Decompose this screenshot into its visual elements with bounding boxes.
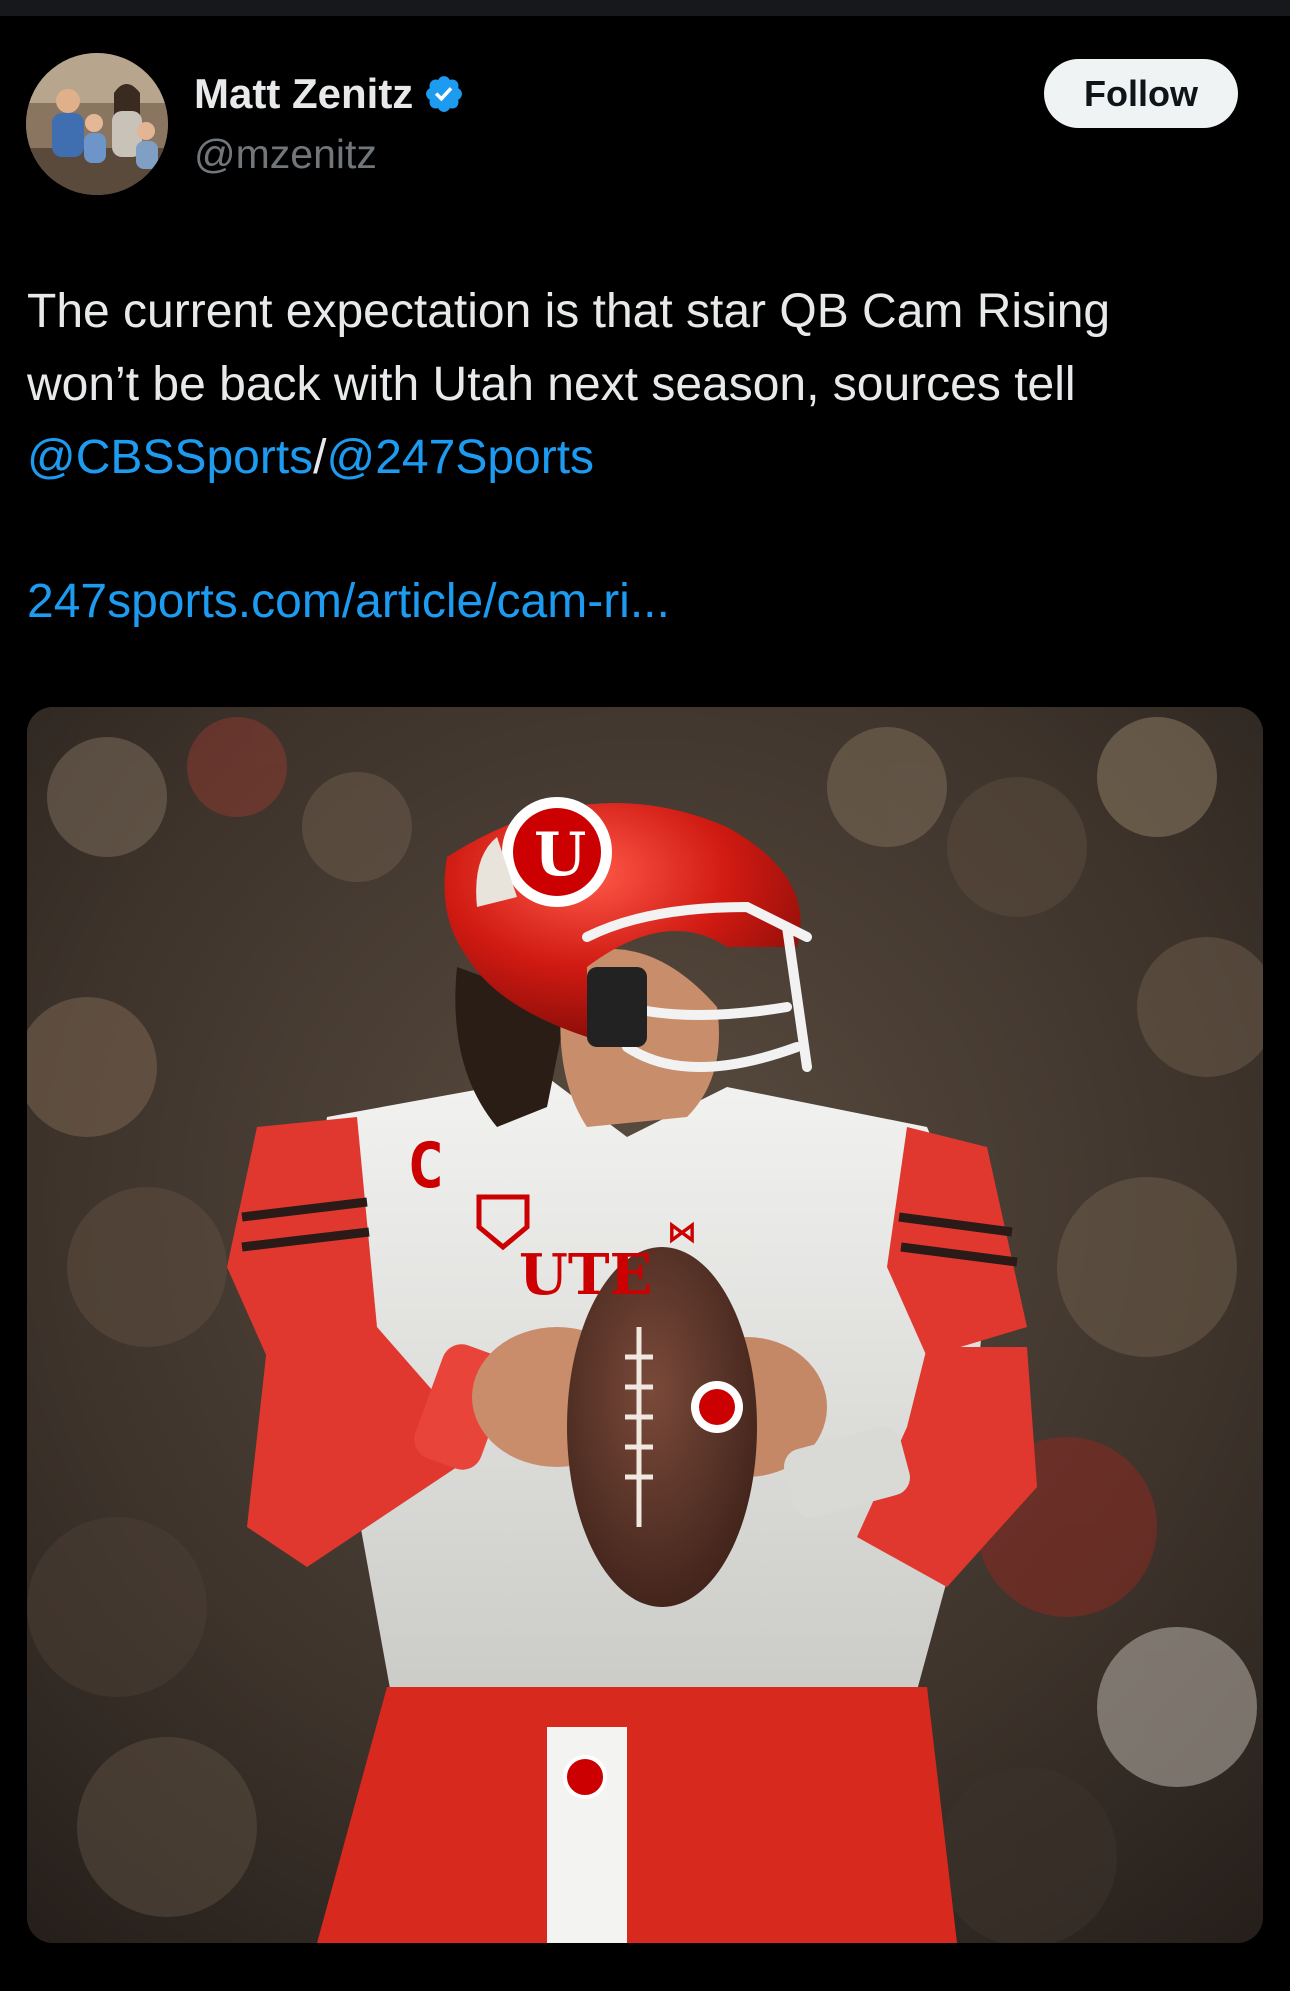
verified-badge-icon [426,76,463,112]
follow-button[interactable]: Follow [1044,59,1238,128]
family-photo-avatar-icon [26,53,168,195]
author-name-row: Matt Zenitz [194,68,465,120]
captain-letter: C [407,1129,444,1202]
svg-text:U: U [534,820,586,890]
tweet-media-photo[interactable]: UTE C ⋈ U [27,707,1263,1943]
tweet-text-line-2: won’t be back with Utah next season, sou… [27,358,1076,411]
tweet-mentions-line: @CBSSports/@247Sports [27,421,1267,494]
mention-247sports-link[interactable]: @247Sports [327,431,595,484]
top-bar [0,0,1290,16]
article-link[interactable]: 247sports.com/article/cam-ri... [27,575,670,628]
mention-cbssports-link[interactable]: @CBSSports [27,431,313,484]
mention-separator: / [313,431,327,484]
tweet-text: The current expectation is that star QB … [27,275,1267,494]
author-display-name[interactable]: Matt Zenitz [194,68,413,120]
svg-text:⋈: ⋈ [667,1215,697,1250]
author-avatar[interactable] [26,53,168,195]
tweet-text-line-1: The current expectation is that star QB … [27,285,1111,338]
football-player-photo-icon: UTE C ⋈ U [27,707,1263,1943]
author-handle[interactable]: @mzenitz [194,128,377,180]
article-link-line: 247sports.com/article/cam-ri... [27,565,670,638]
jersey-letters: UTE [519,1242,652,1308]
